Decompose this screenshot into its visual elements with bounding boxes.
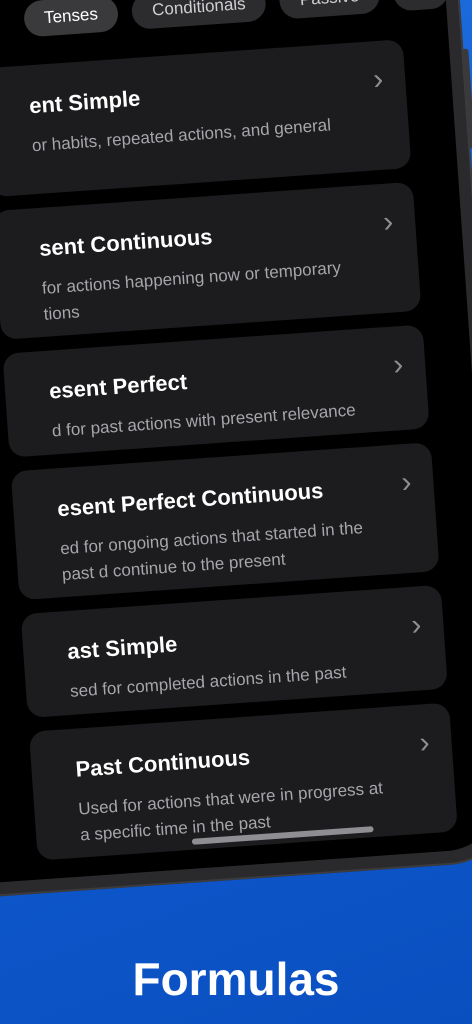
list-item[interactable]: esent Perfect Continuous ed for ongoing … — [10, 442, 440, 601]
caption-title: Formulas — [132, 953, 340, 1005]
item-description: sed for completed actions in the past — [69, 662, 348, 701]
phone-screen: Tenses Conditionals Passive M ent Simple… — [0, 0, 472, 888]
chevron-right-icon: › — [372, 62, 385, 97]
list-item[interactable]: ent Simple or habits, repeated actions, … — [0, 39, 412, 198]
tab-conditionals[interactable]: Conditionals — [130, 0, 267, 30]
item-title: ent Simple — [28, 85, 142, 119]
list-item[interactable]: sent Continuous for actions happening no… — [0, 181, 422, 340]
chevron-right-icon: › — [410, 608, 423, 642]
item-description: ed for ongoing actions that started in t… — [59, 518, 364, 585]
tab-tenses[interactable]: Tenses — [22, 0, 120, 38]
chevron-right-icon: › — [418, 726, 431, 760]
chevron-right-icon: › — [400, 465, 413, 500]
list-item[interactable]: esent Perfect d for past actions with pr… — [2, 324, 430, 458]
list-item[interactable]: ast Simple sed for completed actions in … — [20, 584, 448, 718]
item-description: d for past actions with present relevanc… — [51, 400, 357, 441]
item-title: ast Simple — [66, 631, 179, 664]
phone-frame: Tenses Conditionals Passive M ent Simple… — [0, 0, 472, 903]
item-title: esent Perfect — [48, 369, 188, 404]
item-description: for actions happening now or temporary t… — [41, 258, 342, 324]
chevron-right-icon: › — [392, 347, 405, 382]
side-button — [462, 48, 472, 149]
item-description: or habits, repeated actions, and general — [31, 115, 332, 156]
item-title: Past Continuous — [74, 744, 251, 782]
tense-list: ent Simple or habits, repeated actions, … — [0, 39, 459, 874]
chevron-right-icon: › — [382, 205, 395, 239]
tab-passive[interactable]: Passive — [278, 0, 381, 20]
item-title: esent Perfect Continuous — [56, 477, 325, 522]
tab-partial[interactable]: M — [392, 0, 449, 12]
category-tabs: Tenses Conditionals Passive M — [22, 0, 459, 38]
item-title: sent Continuous — [38, 223, 214, 261]
